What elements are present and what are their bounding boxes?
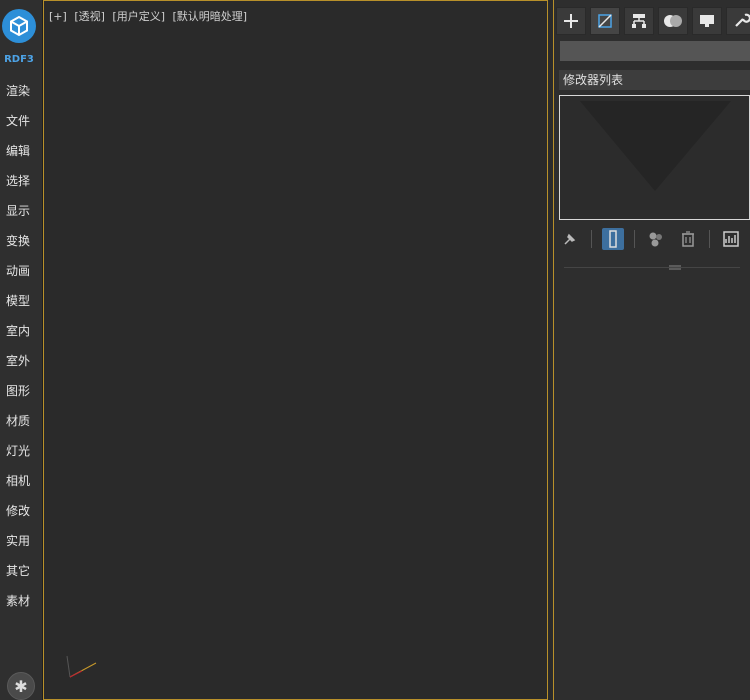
show-end-result-button[interactable] xyxy=(602,228,624,250)
sidebar-item-other[interactable]: 其它 xyxy=(0,560,40,590)
motion-icon xyxy=(664,15,682,27)
hierarchy-icon xyxy=(632,14,646,28)
viewport-menu-view[interactable]: [透视] xyxy=(74,10,105,23)
tab-motion[interactable] xyxy=(658,7,688,35)
viewport-menu-plus[interactable]: [+] xyxy=(49,10,67,23)
sidebar-menu: 渲染 文件 编辑 选择 显示 变换 动画 模型 室内 室外 图形 材质 灯光 相… xyxy=(0,80,40,620)
toolbar-separator xyxy=(634,230,635,248)
tab-create[interactable] xyxy=(556,7,586,35)
configure-modifier-sets-button[interactable] xyxy=(720,228,742,250)
sidebar-item-exterior[interactable]: 室外 xyxy=(0,350,40,380)
stack-toolbar xyxy=(559,228,750,250)
app-logo-icon[interactable] xyxy=(2,9,36,43)
gear-icon[interactable]: ✱ xyxy=(7,672,35,700)
tab-utilities[interactable] xyxy=(726,7,750,35)
wrench-icon xyxy=(735,13,750,27)
end-result-icon xyxy=(609,230,617,248)
modifier-stack[interactable] xyxy=(559,95,750,220)
tab-modify[interactable] xyxy=(590,7,620,35)
modifier-list-dropdown[interactable]: 修改器列表 xyxy=(559,70,750,90)
trash-icon xyxy=(682,231,694,247)
tab-display[interactable] xyxy=(692,7,722,35)
viewport-menu-shading[interactable]: [默认明暗处理] xyxy=(173,10,248,23)
toolbar-separator xyxy=(591,230,592,248)
sidebar-item-material[interactable]: 材质 xyxy=(0,410,40,440)
sidebar-item-edit[interactable]: 编辑 xyxy=(0,140,40,170)
sidebar-item-animation[interactable]: 动画 xyxy=(0,260,40,290)
toolbar-separator xyxy=(709,230,710,248)
sidebar-item-assets[interactable]: 素材 xyxy=(0,590,40,620)
make-unique-button[interactable] xyxy=(645,228,667,250)
sidebar-item-model[interactable]: 模型 xyxy=(0,290,40,320)
command-panel-tabs xyxy=(556,7,750,35)
sidebar-item-file[interactable]: 文件 xyxy=(0,110,40,140)
sidebar-item-interior[interactable]: 室内 xyxy=(0,320,40,350)
cube-icon xyxy=(10,15,28,37)
sidebar-item-render[interactable]: 渲染 xyxy=(0,80,40,110)
sidebar-item-camera[interactable]: 相机 xyxy=(0,470,40,500)
object-name-input[interactable] xyxy=(560,41,750,61)
sidebar-item-lights[interactable]: 灯光 xyxy=(0,440,40,470)
sidebar-item-modify[interactable]: 修改 xyxy=(0,500,40,530)
command-panel: 修改器列表 xyxy=(553,0,750,700)
pin-stack-button[interactable] xyxy=(559,228,581,250)
remove-modifier-button[interactable] xyxy=(677,228,699,250)
pin-icon xyxy=(564,233,576,245)
sidebar-item-shapes[interactable]: 图形 xyxy=(0,380,40,410)
sidebar-item-select[interactable]: 选择 xyxy=(0,170,40,200)
create-icon xyxy=(564,14,578,28)
stack-background xyxy=(580,101,731,191)
sidebar-item-utilities[interactable]: 实用 xyxy=(0,530,40,560)
display-icon xyxy=(700,15,714,27)
axis-gizmo-icon xyxy=(66,655,97,678)
modify-icon xyxy=(598,14,612,28)
make-unique-icon xyxy=(649,232,662,247)
tab-hierarchy[interactable] xyxy=(624,7,654,35)
sidebar-item-transform[interactable]: 变换 xyxy=(0,230,40,260)
brand-label: RDF3 xyxy=(4,54,34,65)
sidebar-item-display[interactable]: 显示 xyxy=(0,200,40,230)
configure-icon xyxy=(723,231,739,247)
viewport-menu-camera[interactable]: [用户定义] xyxy=(112,10,165,23)
rollout-divider xyxy=(564,267,740,268)
viewport-label: [+] [透视] [用户定义] [默认明暗处理] xyxy=(49,8,251,24)
left-sidebar: RDF3 渲染 文件 编辑 选择 显示 变换 动画 模型 室内 室外 图形 材质… xyxy=(0,0,43,700)
perspective-viewport[interactable]: [+] [透视] [用户定义] [默认明暗处理] xyxy=(43,0,548,700)
drag-grip-icon[interactable] xyxy=(668,265,682,270)
